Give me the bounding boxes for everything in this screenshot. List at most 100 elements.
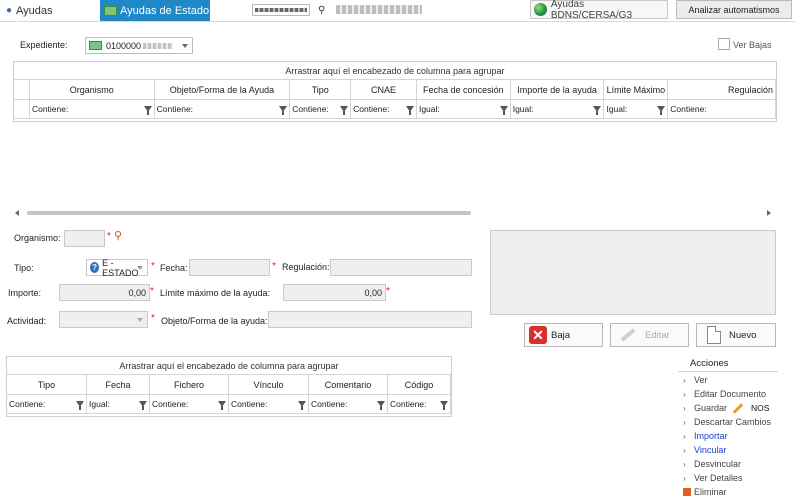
accion-eliminar[interactable]: Eliminar [683,485,793,499]
filter-icon[interactable] [377,401,385,410]
actividad-label: Actividad: [7,316,47,326]
accion-label: Eliminar [694,487,727,497]
filter-fecha[interactable]: Igual: [87,395,150,413]
filter-vinculo[interactable]: Contiene: [229,395,309,413]
col-header-objeto[interactable]: Objeto/Forma de la Ayuda [155,80,291,99]
filter-icon[interactable] [143,106,152,115]
tipo-label: Tipo: [14,263,34,273]
chevron-down-icon [137,266,143,270]
importe-field[interactable]: 0,00 [59,284,150,301]
importe-label: Importe: [8,288,42,298]
expediente-select[interactable]: 0100000 [85,37,193,54]
filter-icon[interactable] [279,106,288,115]
filter-comentario[interactable]: Contiene: [309,395,388,413]
filter-importe[interactable]: Igual: [511,100,605,118]
organismo-field[interactable] [64,230,105,247]
accion-desvincular[interactable]: › Desvincular [683,457,793,471]
group-panel[interactable]: Arrastrar aquí el encabezado de columna … [14,62,776,80]
col-header-tipo[interactable]: Tipo [7,375,87,394]
col-header-tipo[interactable]: Tipo [290,80,352,99]
filter-limite[interactable]: Igual: [604,100,669,118]
filter-icon[interactable] [440,401,448,410]
filter-icon[interactable] [593,106,602,115]
col-header-cnae[interactable]: CNAE [351,80,417,99]
editar-button[interactable]: Editar [610,323,689,347]
col-header-organismo[interactable]: Organismo [30,80,155,99]
filter-icon[interactable] [405,106,414,115]
baja-button[interactable]: ✕ Baja [524,323,603,347]
filter-fecha-concesion[interactable]: Igual: [417,100,511,118]
ayudas-bdns-button[interactable]: Ayudas BDNS/CERSA/G3 [530,0,668,21]
filter-fichero[interactable]: Contiene: [150,395,229,413]
required-marker: * [107,231,111,242]
chevron-right-icon: › [683,403,686,413]
col-header-fecha[interactable]: Fecha [87,375,150,394]
actividad-select[interactable] [59,311,148,328]
tipo-select[interactable]: ? E - ESTADO [86,258,148,278]
acciones-divider [678,371,778,372]
nuevo-label: Nuevo [729,329,757,341]
regulacion-field[interactable] [330,259,472,276]
accion-descartar-cambios[interactable]: › Descartar Cambios [683,415,793,429]
accion-editar-documento[interactable]: › Editar Documento [683,387,793,401]
filter-regulacion[interactable]: Contiene: [668,100,776,118]
filter-tipo[interactable]: Contiene: [7,395,87,413]
filter-icon[interactable] [298,401,306,410]
filter-icon[interactable] [657,106,666,115]
pencil-icon [731,402,743,414]
accion-vincular[interactable]: › Vincular [683,443,793,457]
accion-label: Desvincular [694,459,742,469]
limite-field[interactable]: 0,00 [283,284,386,301]
accion-ver-detalles[interactable]: › Ver Detalles [683,471,793,485]
horizontal-scrollbar[interactable] [13,207,777,219]
filter-icon[interactable] [340,106,349,115]
filter-cnae[interactable]: Contiene: [351,100,417,118]
accion-ver[interactable]: › Ver [683,373,793,387]
analizar-automatismos-button[interactable]: Analizar automatismos [676,0,792,19]
accion-guardar[interactable]: › Guardar NOS [683,401,793,415]
col-header-fichero[interactable]: Fichero [150,375,229,394]
ver-bajas-checkbox[interactable] [718,38,730,50]
required-marker: * [151,261,155,272]
accion-label: Importar [694,431,728,441]
chevron-right-icon: › [683,375,686,385]
col-header-codigo[interactable]: Código [388,375,451,394]
filter-objeto[interactable]: Contiene: [155,100,291,118]
filter-icon[interactable] [76,401,84,410]
col-header-limite[interactable]: Límite Máximo [604,80,669,99]
col-header-vinculo[interactable]: Vínculo [229,375,309,394]
pencil-icon [617,327,639,343]
filter-operator: Contiene: [390,399,427,409]
filter-codigo[interactable]: Contiene: [388,395,451,413]
tab-ayudas[interactable]: ● Ayudas [0,0,100,21]
filter-organismo[interactable]: Contiene: [30,100,155,118]
filter-icon[interactable] [499,106,508,115]
filter-icon[interactable] [139,401,147,410]
group-panel[interactable]: Arrastrar aquí el encabezado de columna … [7,357,451,375]
col-header-importe[interactable]: Importe de la ayuda [511,80,605,99]
ayudas-grid: Arrastrar aquí el encabezado de columna … [13,61,777,122]
search-key-icon[interactable]: ⚲ [318,5,325,16]
scroll-thumb[interactable] [27,211,471,215]
delete-x-icon: ✕ [529,326,547,344]
expediente-code-field[interactable] [252,4,310,16]
filter-operator: Contiene: [156,104,194,114]
regulacion-label: Regulación: [282,262,330,272]
col-header-comentario[interactable]: Comentario [309,375,388,394]
col-header-regulacion[interactable]: Regulación [668,80,776,99]
filter-icon[interactable] [218,401,226,410]
editar-label: Editar [645,329,670,341]
col-header-fecha-concesion[interactable]: Fecha de concesión [417,80,511,99]
tab-ayudas-de-estado[interactable]: Ayudas de Estado [100,0,210,21]
scroll-right-arrow-icon[interactable] [767,210,771,216]
chevron-right-icon: › [683,445,686,455]
search-icon[interactable]: ⚲ [114,229,122,242]
fecha-field[interactable] [189,259,270,276]
accion-importar[interactable]: › Importar [683,429,793,443]
tab-ayudas-label: Ayudas [16,4,53,17]
filter-operator: Contiene: [292,104,329,114]
filter-tipo[interactable]: Contiene: [290,100,352,118]
nuevo-button[interactable]: Nuevo [696,323,776,347]
scroll-left-arrow-icon[interactable] [15,210,19,216]
objeto-field[interactable] [268,311,472,328]
